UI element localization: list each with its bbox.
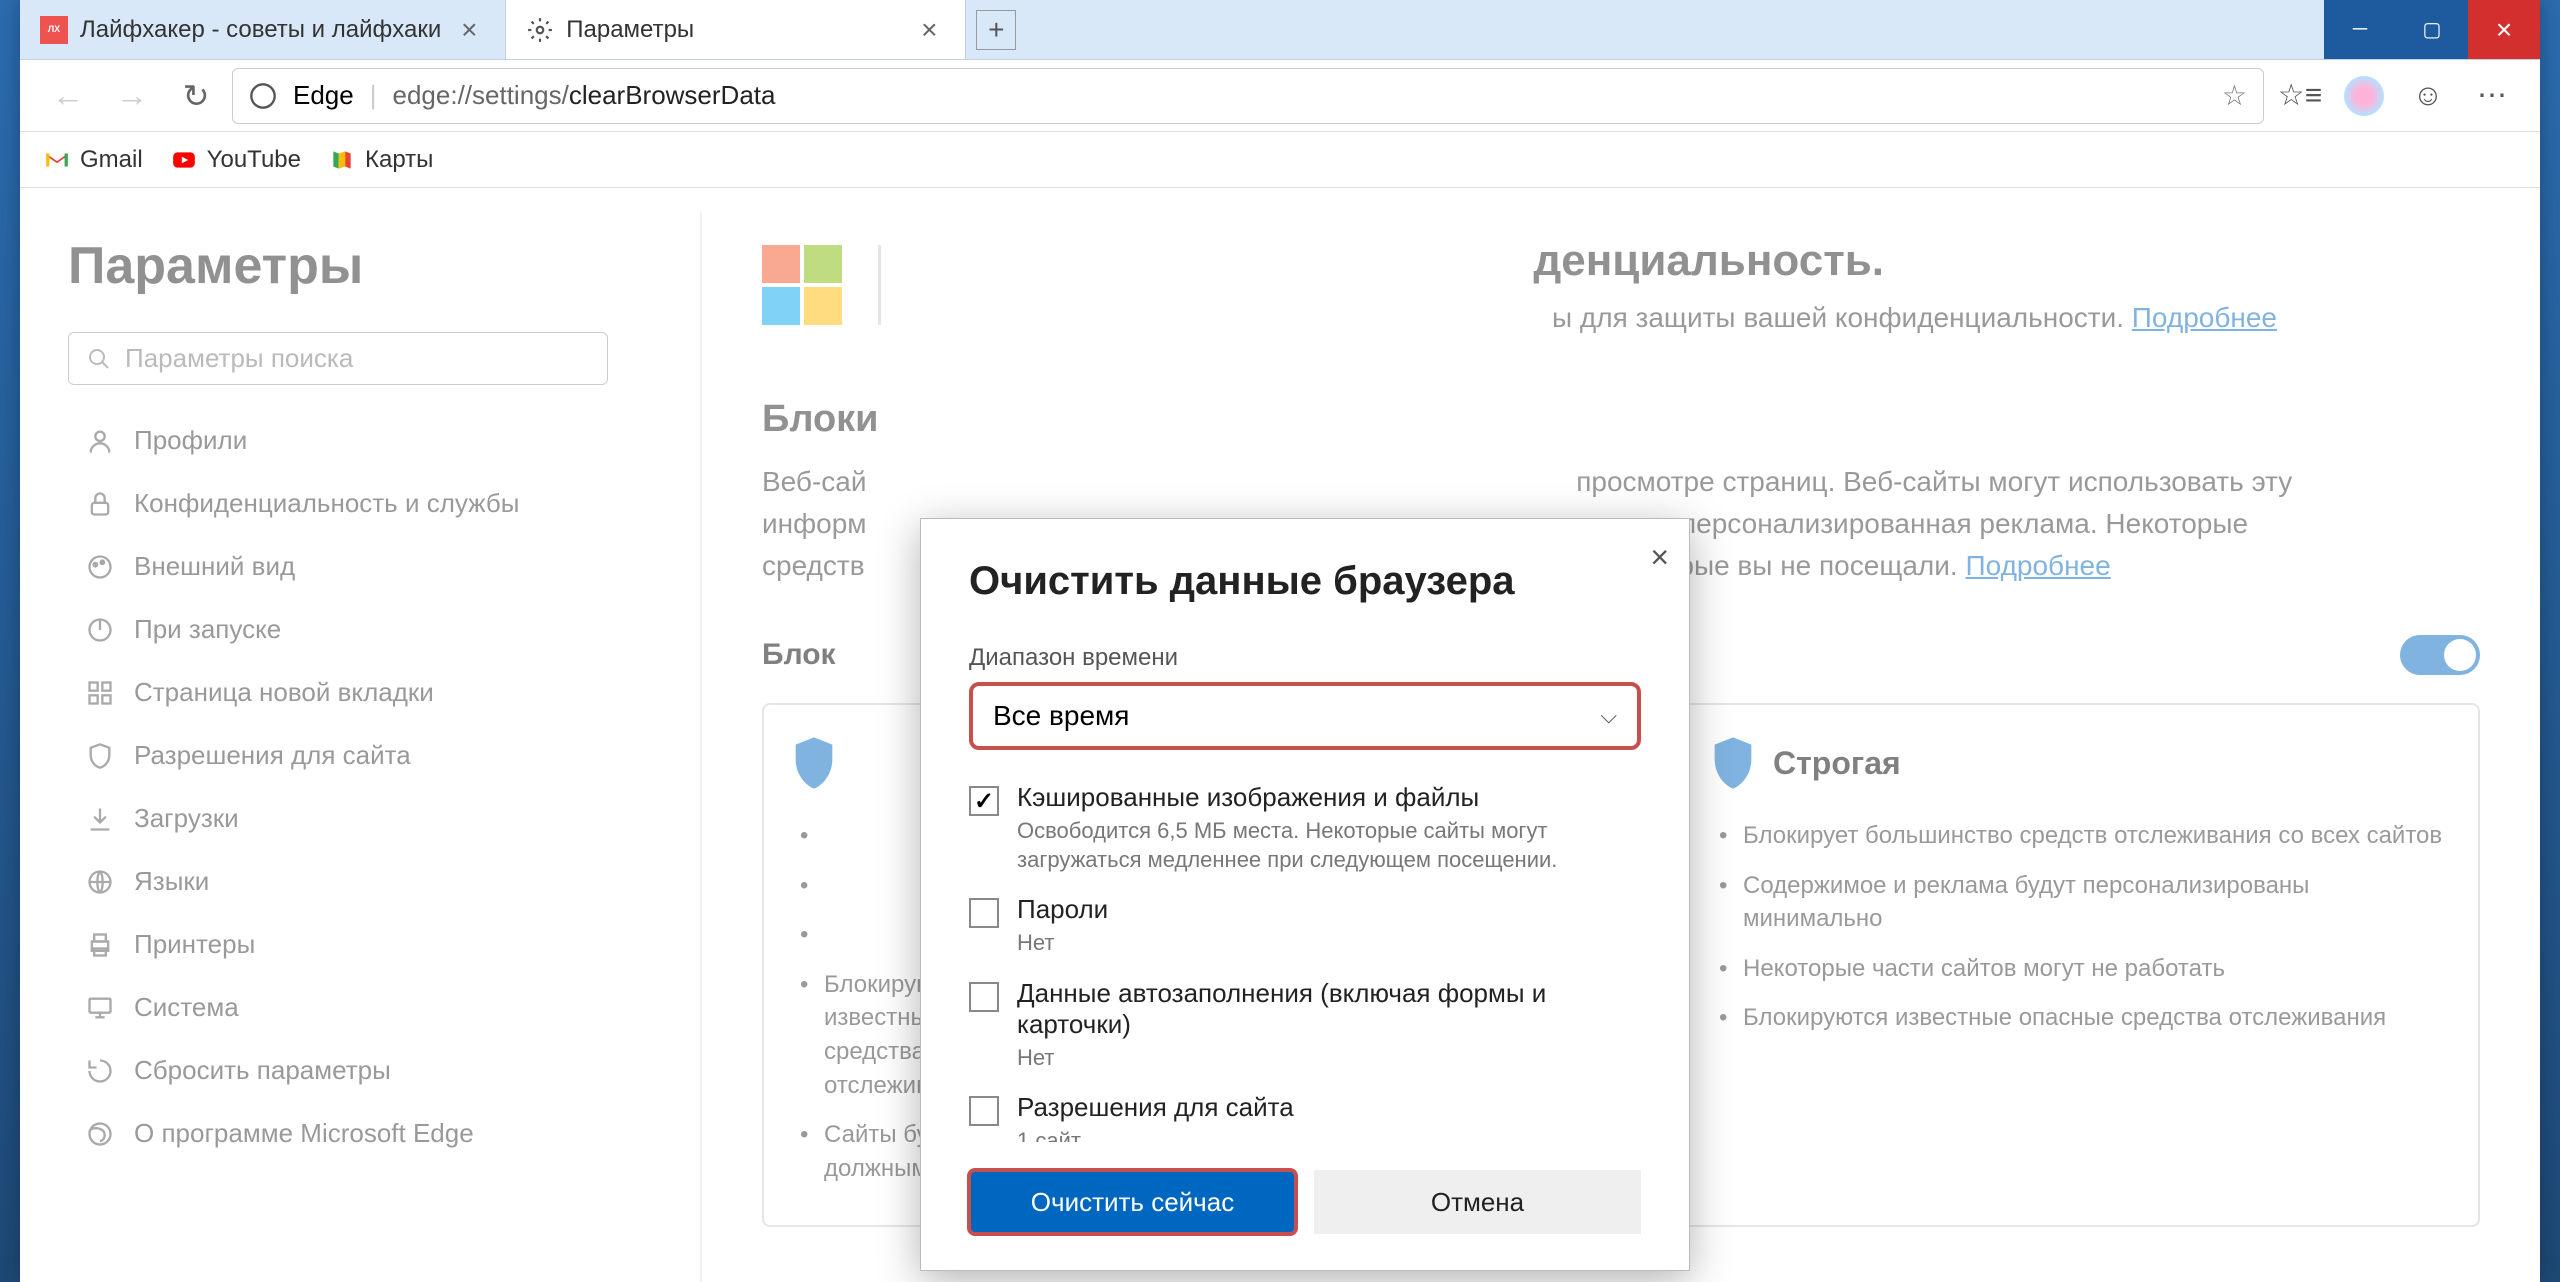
data-type-list[interactable]: Кэшированные изображения и файлыОсвободи… (969, 772, 1641, 1142)
cancel-button[interactable]: Отмена (1314, 1170, 1641, 1234)
data-type-item[interactable]: Данные автозаполнения (включая формы и к… (969, 968, 1623, 1083)
forward-button: → (104, 68, 160, 124)
checkbox[interactable] (969, 1096, 999, 1126)
checkbox[interactable] (969, 786, 999, 816)
back-button: ← (40, 68, 96, 124)
maximize-button[interactable]: ▢ (2396, 0, 2468, 59)
favorite-icon[interactable]: ☆ (2222, 79, 2247, 112)
data-type-item[interactable]: Разрешения для сайта1 сайт (969, 1082, 1623, 1142)
bookmark-gmail[interactable]: Gmail (44, 146, 143, 174)
clear-data-dialog: × Очистить данные браузера Диапазон врем… (920, 518, 1690, 1271)
emoji-button[interactable]: ☺ (2400, 68, 2456, 124)
favorites-button[interactable]: ☆≡ (2272, 68, 2328, 124)
tab-lifehacker[interactable]: ЛХ Лайфхакер - советы и лайфхаки × (20, 0, 506, 59)
gear-icon (526, 16, 554, 44)
data-type-item[interactable]: Кэшированные изображения и файлыОсвободи… (969, 772, 1623, 884)
edge-icon (249, 82, 277, 110)
close-icon[interactable]: × (1650, 539, 1669, 576)
dialog-title: Очистить данные браузера (969, 559, 1641, 604)
tab-title: Лайфхакер - советы и лайфхаки (80, 16, 441, 44)
close-button[interactable]: × (2468, 0, 2540, 59)
window-controls: ─ ▢ × (2324, 0, 2540, 59)
toolbar: ← → ↻ Edge | edge://settings/clearBrowse… (20, 60, 2540, 132)
site-icon: ЛХ (40, 16, 68, 44)
clear-now-button[interactable]: Очистить сейчас (969, 1170, 1296, 1234)
youtube-icon (171, 147, 197, 173)
close-icon[interactable]: × (913, 14, 945, 46)
close-icon[interactable]: × (453, 14, 485, 46)
minimize-button[interactable]: ─ (2324, 0, 2396, 59)
url-text: edge://settings/clearBrowserData (393, 80, 776, 111)
avatar (2344, 76, 2384, 116)
range-label: Диапазон времени (969, 644, 1641, 672)
address-bar[interactable]: Edge | edge://settings/clearBrowserData … (232, 68, 2264, 124)
time-range-select[interactable]: Все время ⌵ (969, 682, 1641, 750)
maps-icon (329, 147, 355, 173)
bookmark-maps[interactable]: Карты (329, 146, 433, 174)
chevron-down-icon: ⌵ (1600, 703, 1617, 729)
content: Параметры ПрофилиКонфиденциальность и сл… (20, 188, 2540, 1282)
profile-button[interactable] (2336, 68, 2392, 124)
edge-label: Edge (293, 80, 354, 111)
gmail-icon (44, 147, 70, 173)
titlebar: ЛХ Лайфхакер - советы и лайфхаки × Парам… (20, 0, 2540, 60)
bookmark-youtube[interactable]: YouTube (171, 146, 301, 174)
refresh-button[interactable]: ↻ (168, 68, 224, 124)
browser-window: ЛХ Лайфхакер - советы и лайфхаки × Парам… (20, 0, 2540, 1282)
checkbox[interactable] (969, 982, 999, 1012)
tab-title: Параметры (566, 16, 901, 44)
menu-button[interactable]: ⋯ (2464, 68, 2520, 124)
data-type-item[interactable]: ПаролиНет (969, 884, 1623, 968)
bookmarks-bar: Gmail YouTube Карты (20, 132, 2540, 188)
tab-settings[interactable]: Параметры × (506, 0, 966, 59)
new-tab-button[interactable]: + (966, 0, 1026, 59)
checkbox[interactable] (969, 898, 999, 928)
